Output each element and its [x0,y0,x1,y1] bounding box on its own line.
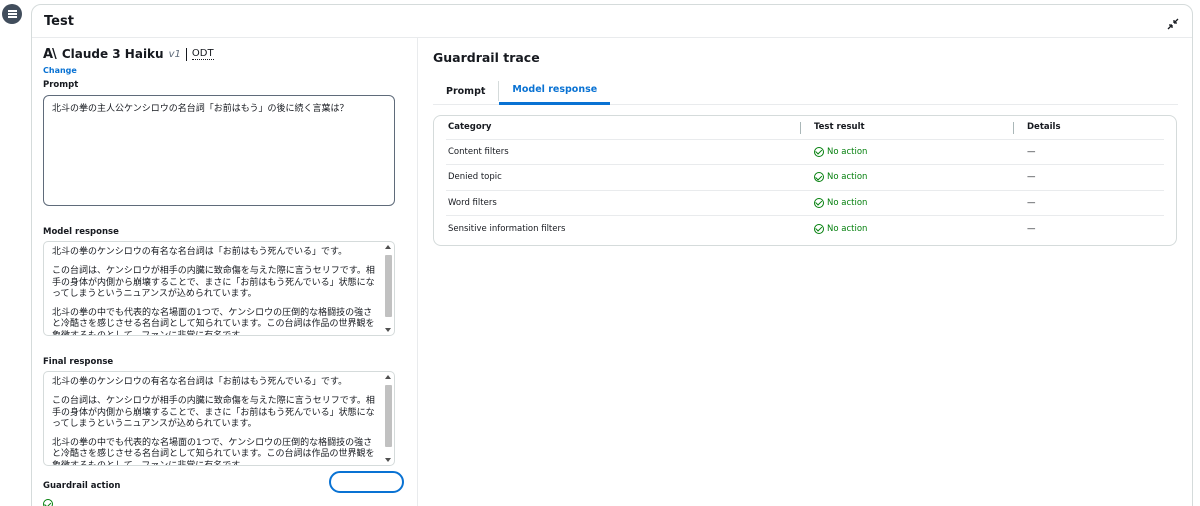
column-divider [800,122,801,134]
prompt-input[interactable]: 北斗の拳の主人公ケンシロウの名台詞「お前はもう」の後に続く言葉は？ [43,95,395,206]
category-cell: Denied topic [446,164,812,191]
trace-table: Category Test result Details Content fil… [446,116,1164,241]
response-paragraph: 北斗の拳の中でも代表的な名場面の1つで、ケンシロウの圧倒的な格闘技の強さと冷酷さ… [52,308,375,336]
scroll-thumb[interactable] [385,385,392,447]
trace-tabs: Prompt Model response [433,79,1178,105]
tab-model-response[interactable]: Model response [499,79,611,105]
trace-title: Guardrail trace [433,50,540,65]
result-text: No action [827,223,868,234]
result-cell: No action [812,164,1025,191]
panel-title: Test [44,13,74,29]
result-cell: No action [812,190,1025,216]
result-text: No action [827,197,868,208]
check-circle-icon [43,499,53,506]
check-circle-icon [814,146,824,157]
category-cell: Sensitive information filters [448,223,566,234]
tab-prompt[interactable]: Prompt [433,81,500,101]
response-paragraph: この台詞は、ケンシロウが相手の内臓に致命傷を与えた際に言うセリフです。相手の身体… [52,266,375,299]
details-cell: — [1025,190,1164,216]
view-trace-button[interactable] [329,471,404,493]
table-row: Content filters No action — [446,139,1164,165]
model-version: v1 [168,48,181,60]
details-cell: — [1025,139,1164,165]
result-text: No action [827,172,868,183]
scroll-up-arrow-icon[interactable] [385,375,391,379]
anthropic-logo-icon: A\ [43,46,57,62]
column-header-label: Test result [814,122,865,133]
model-selector: A\ Claude 3 Haiku v1 ODT [43,46,406,62]
hamburger-icon [7,11,17,17]
column-header-category[interactable]: Category [446,116,812,140]
table-row: Sensitive information filters No action … [446,216,1164,242]
column-header-details[interactable]: Details [1013,116,1164,140]
column-divider [1013,122,1014,134]
details-cell: — [1025,164,1164,191]
final-response-box[interactable]: 北斗の拳のケンシロウの有名な名台詞は「お前はもう死んでいる」です。 この台詞は、… [43,371,395,466]
category-cell: Content filters [446,139,812,165]
scroll-down-arrow-icon[interactable] [385,328,391,332]
table-row: Word filters No action — [446,190,1164,216]
response-paragraph: 北斗の拳のケンシロウの有名な名台詞は「お前はもう死んでいる」です。 [52,377,348,387]
test-panel: Test A\ Claude 3 Haiku v1 ODT Change Pro… [31,4,1193,506]
scrollbar[interactable] [384,245,392,332]
trace-table-container: Category Test result Details Content fil… [433,115,1177,246]
response-paragraph: 北斗の拳のケンシロウの有名な名台詞は「お前はもう死んでいる」です。 [52,247,348,257]
column-header-label: Category [448,122,492,133]
scrollbar[interactable] [384,375,392,462]
prompt-label: Prompt [43,80,79,90]
final-response-label: Final response [43,357,114,367]
result-text: No action [827,146,868,157]
throughput-label[interactable]: ODT [191,48,214,60]
details-cell: — [1027,223,1036,234]
test-input-column: A\ Claude 3 Haiku v1 ODT Change Prompt 北… [32,38,418,506]
guardrail-action-status [43,499,406,506]
collapse-icon[interactable] [1166,16,1180,30]
check-circle-icon [814,223,824,234]
result-cell: No action [812,216,1025,242]
result-cell: No action [812,139,1025,165]
model-response-label: Model response [43,227,119,237]
divider [185,47,187,61]
scroll-thumb[interactable] [385,255,392,317]
table-row: Denied topic No action — [446,164,1164,191]
change-model-link[interactable]: Change [43,66,406,75]
model-response-box[interactable]: 北斗の拳のケンシロウの有名な名台詞は「お前はもう死んでいる」です。 この台詞は、… [43,241,395,336]
guardrail-trace-column: Guardrail trace Prompt Model response Ca… [419,38,1192,506]
category-cell: Word filters [446,190,812,216]
scroll-down-arrow-icon[interactable] [385,458,391,462]
scroll-up-arrow-icon[interactable] [385,245,391,249]
column-header-label: Details [1027,122,1061,133]
navigation-menu-button[interactable] [2,4,22,24]
check-circle-icon [814,197,824,208]
response-paragraph: 北斗の拳の中でも代表的な名場面の1つで、ケンシロウの圧倒的な格闘技の強さと冷酷さ… [52,438,375,466]
check-circle-icon [814,172,824,183]
model-name: Claude 3 Haiku [61,47,164,61]
response-paragraph: この台詞は、ケンシロウが相手の内臓に致命傷を与えた際に言うセリフです。相手の身体… [52,396,375,429]
panel-header: Test [32,5,1192,38]
column-header-result[interactable]: Test result [800,116,1025,140]
